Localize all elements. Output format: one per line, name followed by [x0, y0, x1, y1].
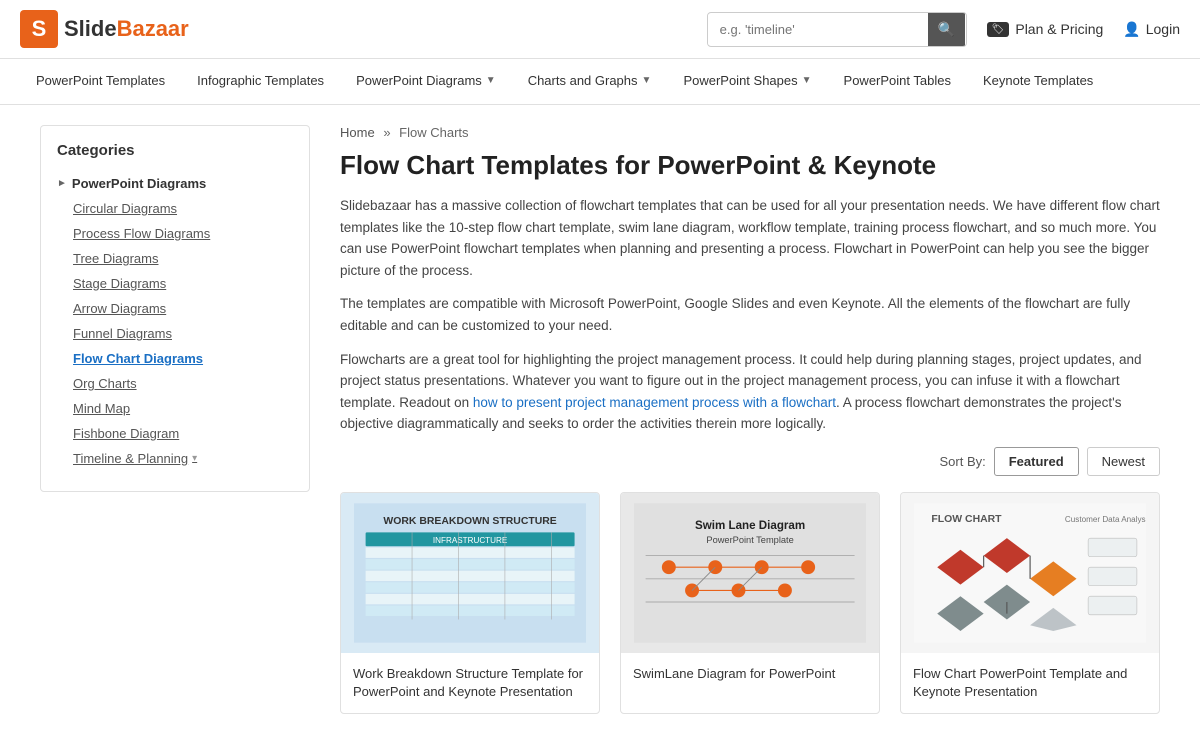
main-nav: PowerPoint Templates Infographic Templat… — [0, 59, 1200, 105]
sidebar-item-circular-diagrams[interactable]: Circular Diagrams — [73, 196, 293, 221]
sidebar-item-org-charts[interactable]: Org Charts — [73, 371, 293, 396]
card-1-body: Work Breakdown Structure Template for Po… — [341, 653, 599, 713]
tag-icon: 🏷 — [987, 22, 1010, 37]
nav-item-charts-and-graphs[interactable]: Charts and Graphs ▼ — [512, 59, 668, 104]
search-button[interactable]: 🔍 — [928, 13, 965, 46]
sidebar-item-mind-map[interactable]: Mind Map — [73, 396, 293, 421]
svg-text:INFRASTRUCTURE: INFRASTRUCTURE — [433, 536, 508, 545]
sidebar-item-tree-diagrams[interactable]: Tree Diagrams — [73, 246, 293, 271]
sidebar-section-powerpoint-diagrams: ► PowerPoint Diagrams Circular Diagrams … — [57, 171, 293, 471]
sort-bar: Sort By: Featured Newest — [340, 447, 1160, 476]
svg-text:Swim Lane Diagram: Swim Lane Diagram — [695, 519, 805, 532]
plan-pricing-label: Plan & Pricing — [1015, 21, 1103, 37]
sidebar-item-stage-diagrams[interactable]: Stage Diagrams — [73, 271, 293, 296]
card-1-image: WORK BREAKDOWN STRUCTURE INFRASTRUCTURE — [341, 493, 599, 653]
card-3[interactable]: FLOW CHART Customer Data Analysis — [900, 492, 1160, 714]
chevron-down-icon: ▼ — [642, 75, 652, 86]
login-link[interactable]: 👤 Login — [1123, 21, 1180, 38]
nav-item-powerpoint-tables[interactable]: PowerPoint Tables — [828, 59, 967, 104]
plan-pricing-link[interactable]: 🏷 Plan & Pricing — [987, 21, 1104, 37]
nav-item-powerpoint-diagrams[interactable]: PowerPoint Diagrams ▼ — [340, 59, 512, 104]
sidebar-item-process-flow-diagrams[interactable]: Process Flow Diagrams — [73, 221, 293, 246]
logo-text: SlideBazaar — [64, 16, 189, 42]
description-2: The templates are compatible with Micros… — [340, 293, 1160, 336]
user-icon: 👤 — [1123, 21, 1140, 38]
cards-grid: WORK BREAKDOWN STRUCTURE INFRASTRUCTURE — [340, 492, 1160, 714]
description-1: Slidebazaar has a massive collection of … — [340, 195, 1160, 281]
sidebar-item-fishbone-diagram[interactable]: Fishbone Diagram — [73, 421, 293, 446]
card-1[interactable]: WORK BREAKDOWN STRUCTURE INFRASTRUCTURE — [340, 492, 600, 714]
chevron-right-icon: ► — [57, 178, 67, 189]
chevron-down-icon: ▼ — [486, 75, 496, 86]
breadcrumb-current: Flow Charts — [399, 125, 468, 140]
sidebar-section-header[interactable]: ► PowerPoint Diagrams — [57, 171, 293, 196]
svg-text:PowerPoint Template: PowerPoint Template — [706, 535, 793, 545]
search-input[interactable] — [708, 14, 928, 45]
chevron-down-icon: ▾ — [192, 453, 197, 464]
sidebar-items-list: Circular Diagrams Process Flow Diagrams … — [57, 196, 293, 471]
svg-text:FLOW CHART: FLOW CHART — [931, 514, 1002, 525]
breadcrumb-separator: » — [383, 125, 390, 140]
card-1-preview-svg: WORK BREAKDOWN STRUCTURE INFRASTRUCTURE — [354, 501, 586, 645]
svg-text:Customer Data Analysis: Customer Data Analysis — [1065, 515, 1146, 524]
sort-featured-button[interactable]: Featured — [994, 447, 1079, 476]
sort-label: Sort By: — [939, 454, 985, 469]
logo-link[interactable]: S SlideBazaar — [20, 10, 189, 48]
sidebar: Categories ► PowerPoint Diagrams Circula… — [40, 125, 310, 492]
nav-item-infographic-templates[interactable]: Infographic Templates — [181, 59, 340, 104]
login-label: Login — [1146, 21, 1180, 37]
card-2-image: Swim Lane Diagram PowerPoint Template — [621, 493, 879, 653]
nav-item-keynote-templates[interactable]: Keynote Templates — [967, 59, 1109, 104]
nav-item-powerpoint-shapes[interactable]: PowerPoint Shapes ▼ — [667, 59, 827, 104]
card-3-preview-svg: FLOW CHART Customer Data Analysis — [914, 501, 1146, 645]
main-content: Categories ► PowerPoint Diagrams Circula… — [20, 105, 1180, 734]
page-content: Home » Flow Charts Flow Chart Templates … — [340, 125, 1160, 714]
card-3-body: Flow Chart PowerPoint Template and Keyno… — [901, 653, 1159, 713]
svg-text:WORK BREAKDOWN STRUCTURE: WORK BREAKDOWN STRUCTURE — [383, 516, 556, 527]
sidebar-title: Categories — [57, 142, 293, 159]
card-2-title: SwimLane Diagram for PowerPoint — [633, 665, 867, 683]
card-2[interactable]: Swim Lane Diagram PowerPoint Template — [620, 492, 880, 714]
breadcrumb: Home » Flow Charts — [340, 125, 1160, 140]
search-bar: 🔍 — [707, 12, 967, 47]
sidebar-item-funnel-diagrams[interactable]: Funnel Diagrams — [73, 321, 293, 346]
sidebar-item-arrow-diagrams[interactable]: Arrow Diagrams — [73, 296, 293, 321]
card-3-title: Flow Chart PowerPoint Template and Keyno… — [913, 665, 1147, 701]
sidebar-item-flow-chart-diagrams[interactable]: Flow Chart Diagrams — [73, 346, 293, 371]
chevron-down-icon: ▼ — [802, 75, 812, 86]
card-3-image: FLOW CHART Customer Data Analysis — [901, 493, 1159, 653]
nav-item-powerpoint-templates[interactable]: PowerPoint Templates — [20, 59, 181, 104]
sidebar-item-timeline-planning[interactable]: Timeline & Planning ▾ — [73, 446, 293, 471]
card-1-title: Work Breakdown Structure Template for Po… — [353, 665, 587, 701]
card-2-body: SwimLane Diagram for PowerPoint — [621, 653, 879, 695]
logo-icon: S — [20, 10, 58, 48]
page-title: Flow Chart Templates for PowerPoint & Ke… — [340, 150, 1160, 181]
card-2-preview-svg: Swim Lane Diagram PowerPoint Template — [634, 501, 866, 645]
description-3: Flowcharts are a great tool for highligh… — [340, 349, 1160, 435]
site-header: S SlideBazaar 🔍 🏷 Plan & Pricing 👤 Login — [0, 0, 1200, 59]
header-actions: 🏷 Plan & Pricing 👤 Login — [987, 21, 1180, 38]
breadcrumb-home[interactable]: Home — [340, 125, 375, 140]
sort-newest-button[interactable]: Newest — [1087, 447, 1160, 476]
flowchart-link[interactable]: how to present project management proces… — [473, 395, 836, 410]
